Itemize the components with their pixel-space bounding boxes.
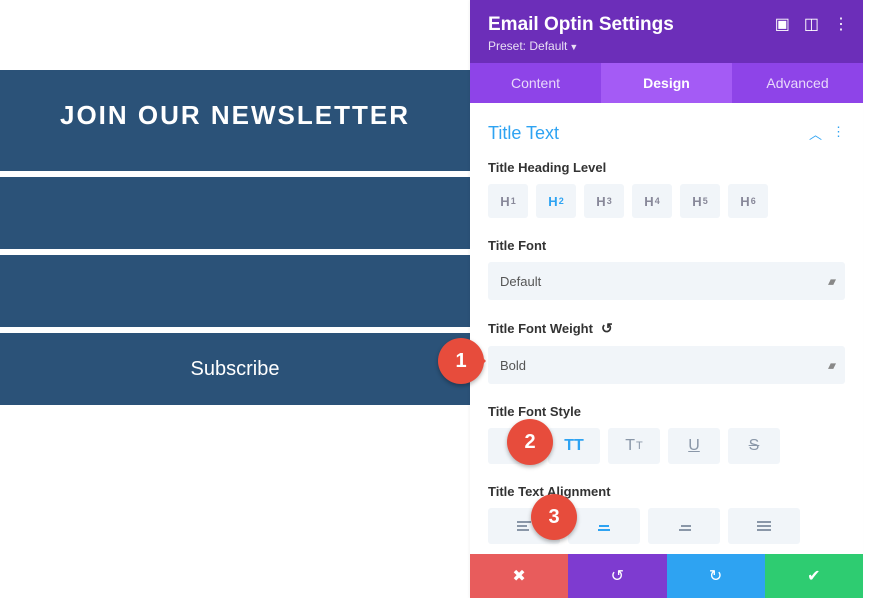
save-button[interactable]: ✔ xyxy=(765,554,863,598)
heading-level-group: H1 H2 H3 H4 H5 H6 xyxy=(488,184,845,218)
font-weight-value: Bold xyxy=(500,358,526,373)
font-weight-label: Title Font Weight ↺ xyxy=(488,320,845,337)
h3-button[interactable]: H3 xyxy=(584,184,624,218)
settings-panel: Email Optin Settings Preset: Default▼ ▣ … xyxy=(470,0,863,598)
newsletter-input-row-2[interactable] xyxy=(0,249,470,327)
chevron-up-icon[interactable]: ︿ xyxy=(809,124,822,143)
tab-advanced[interactable]: Advanced xyxy=(732,63,863,103)
annotation-1: 1 xyxy=(438,338,484,384)
panel-header: Email Optin Settings Preset: Default▼ ▣ … xyxy=(470,0,863,63)
field-font-weight: Title Font Weight ↺ Bold ▴▾ xyxy=(488,320,845,384)
heading-level-label: Title Heading Level xyxy=(488,160,845,175)
newsletter-hero: JOIN OUR NEWSLETTER xyxy=(0,70,470,171)
more-icon[interactable]: ⋮ xyxy=(833,14,849,34)
underline-button[interactable]: U xyxy=(668,428,720,464)
h5-button[interactable]: H5 xyxy=(680,184,720,218)
align-right-button[interactable] xyxy=(648,508,720,544)
section-title: Title Text xyxy=(488,123,559,144)
close-button[interactable]: ✖ xyxy=(470,554,568,598)
uppercase-button[interactable]: TT xyxy=(548,428,600,464)
title-font-label: Title Font xyxy=(488,238,845,253)
subscribe-label: Subscribe xyxy=(191,358,280,381)
title-font-select[interactable]: Default ▴▾ xyxy=(488,262,845,300)
preset-selector[interactable]: Preset: Default▼ xyxy=(488,39,845,53)
align-justify-button[interactable] xyxy=(728,508,800,544)
section-header[interactable]: Title Text ︿ ⋮ xyxy=(488,123,845,144)
page-preview: JOIN OUR NEWSLETTER Subscribe xyxy=(0,0,470,598)
header-actions: ▣ ◫ ⋮ xyxy=(775,14,849,34)
panel-body: Title Text ︿ ⋮ Title Heading Level H1 H2… xyxy=(470,103,863,554)
field-title-font: Title Font Default ▴▾ xyxy=(488,238,845,300)
panel-footer: ✖ ↺ ↻ ✔ xyxy=(470,554,863,598)
subscribe-button[interactable]: Subscribe xyxy=(0,327,470,405)
reset-icon[interactable]: ↺ xyxy=(601,320,613,337)
tabs: Content Design Advanced xyxy=(470,63,863,103)
tab-content[interactable]: Content xyxy=(470,63,601,103)
select-arrows-icon: ▴▾ xyxy=(828,275,833,288)
undo-button[interactable]: ↺ xyxy=(568,554,666,598)
expand-icon[interactable]: ▣ xyxy=(775,14,790,34)
field-heading-level: Title Heading Level H1 H2 H3 H4 H5 H6 xyxy=(488,160,845,218)
h1-button[interactable]: H1 xyxy=(488,184,528,218)
tab-design[interactable]: Design xyxy=(601,63,732,103)
h6-button[interactable]: H6 xyxy=(728,184,768,218)
font-weight-select[interactable]: Bold ▴▾ xyxy=(488,346,845,384)
title-font-value: Default xyxy=(500,274,541,289)
h2-button[interactable]: H2 xyxy=(536,184,576,218)
dock-icon[interactable]: ◫ xyxy=(804,14,819,34)
smallcaps-button[interactable]: TT xyxy=(608,428,660,464)
newsletter-title: JOIN OUR NEWSLETTER xyxy=(20,100,450,131)
section-more-icon[interactable]: ⋮ xyxy=(832,124,845,143)
strikethrough-button[interactable]: S xyxy=(728,428,780,464)
h4-button[interactable]: H4 xyxy=(632,184,672,218)
chevron-down-icon: ▼ xyxy=(569,42,578,52)
select-arrows-icon: ▴▾ xyxy=(828,359,833,372)
align-center-button[interactable] xyxy=(568,508,640,544)
newsletter-input-row-1[interactable] xyxy=(0,171,470,249)
annotation-3: 3 xyxy=(531,494,577,540)
font-style-label: Title Font Style xyxy=(488,404,845,419)
annotation-2: 2 xyxy=(507,419,553,465)
redo-button[interactable]: ↻ xyxy=(667,554,765,598)
